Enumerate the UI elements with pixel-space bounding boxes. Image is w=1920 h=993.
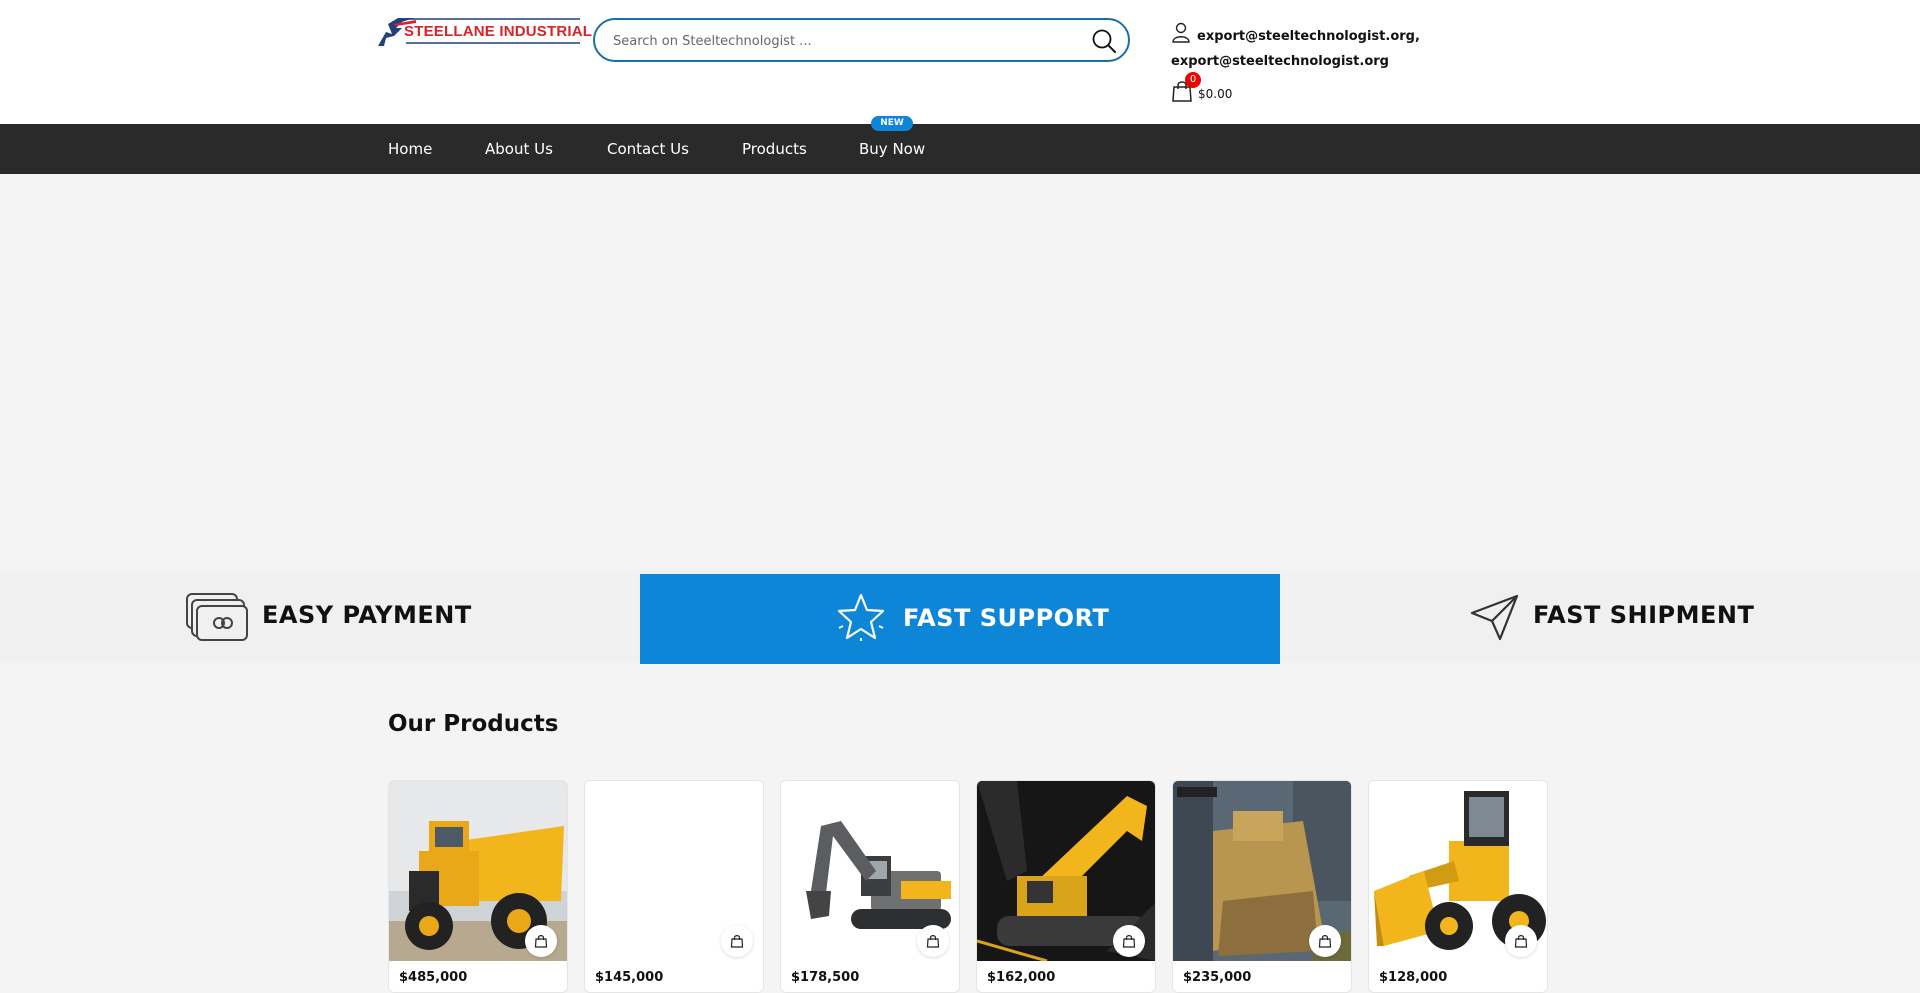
- account-email-2[interactable]: export@steeltechnologist.org: [1171, 54, 1389, 69]
- section-title: Our Products: [388, 711, 559, 737]
- shopping-bag-icon: [1514, 935, 1528, 948]
- feature-title: FAST SHIPMENT: [1533, 601, 1755, 629]
- product-card[interactable]: $235,000: [1172, 780, 1352, 993]
- feature-easy-payment: EASY PAYMENT: [0, 571, 640, 663]
- account-email-1[interactable]: export@steeltechnologist.org,: [1197, 29, 1420, 44]
- shopping-bag-icon: [730, 935, 744, 948]
- product-card[interactable]: $485,000: [388, 780, 568, 993]
- search-icon: [1092, 29, 1116, 53]
- product-price: $485,000: [399, 970, 468, 985]
- shopping-bag-icon: [534, 935, 548, 948]
- add-to-cart-button[interactable]: [1113, 925, 1145, 957]
- user-icon: [1172, 22, 1190, 43]
- star-icon: [837, 593, 885, 641]
- nav-item-products[interactable]: Products: [742, 140, 807, 158]
- nav-item-contact-us[interactable]: Contact Us: [607, 140, 689, 158]
- feature-fast-support: FAST SUPPORT: [640, 574, 1280, 664]
- product-price: $162,000: [987, 970, 1056, 985]
- search-bar: [593, 18, 1130, 62]
- mini-cart[interactable]: 0 $0.00: [1171, 72, 1251, 104]
- add-to-cart-button[interactable]: [1505, 925, 1537, 957]
- cart-count-badge: 0: [1185, 72, 1201, 88]
- cart-total: $0.00: [1198, 87, 1233, 101]
- product-price: $178,500: [791, 970, 860, 985]
- nav-item-about-us[interactable]: About Us: [485, 140, 553, 158]
- nav-item-home[interactable]: Home: [388, 140, 432, 158]
- main-nav: Home About Us Contact Us Products Buy No…: [0, 116, 1920, 174]
- search-button[interactable]: [1090, 27, 1118, 55]
- features-strip: EASY PAYMENT FAST SUPPORT FAST SHIPMENT: [0, 571, 1920, 664]
- product-price: $128,000: [1379, 970, 1448, 985]
- feature-title: FAST SUPPORT: [903, 604, 1110, 632]
- product-price: $235,000: [1183, 970, 1252, 985]
- product-card[interactable]: $128,000: [1368, 780, 1548, 993]
- shopping-bag-icon: [926, 935, 940, 948]
- search-input[interactable]: [613, 30, 1073, 52]
- nav-item-buy-now[interactable]: Buy Now: [859, 140, 925, 158]
- new-badge: NEW: [871, 116, 913, 131]
- add-to-cart-button[interactable]: [917, 925, 949, 957]
- product-grid: $485,000 $145,000 $178,500 $162,000 $235…: [388, 780, 1548, 993]
- add-to-cart-button[interactable]: [721, 925, 753, 957]
- logo-text: STEELLANE INDUSTRIAL: [404, 23, 593, 40]
- shopping-bag-icon: [1318, 935, 1332, 948]
- add-to-cart-button[interactable]: [1309, 925, 1341, 957]
- product-card[interactable]: $178,500: [780, 780, 960, 993]
- site-logo[interactable]: STEELLANE INDUSTRIAL: [376, 14, 592, 48]
- money-icon: [186, 593, 248, 641]
- paper-plane-icon: [1470, 594, 1519, 641]
- product-price: $145,000: [595, 970, 664, 985]
- add-to-cart-button[interactable]: [525, 925, 557, 957]
- site-header: STEELLANE INDUSTRIAL export@steeltechnol…: [0, 0, 1920, 124]
- product-card[interactable]: $145,000: [584, 780, 764, 993]
- feature-title: EASY PAYMENT: [262, 601, 472, 629]
- feature-fast-shipment: FAST SHIPMENT: [1280, 571, 1920, 663]
- shopping-bag-icon: [1122, 935, 1136, 948]
- product-card[interactable]: $162,000: [976, 780, 1156, 993]
